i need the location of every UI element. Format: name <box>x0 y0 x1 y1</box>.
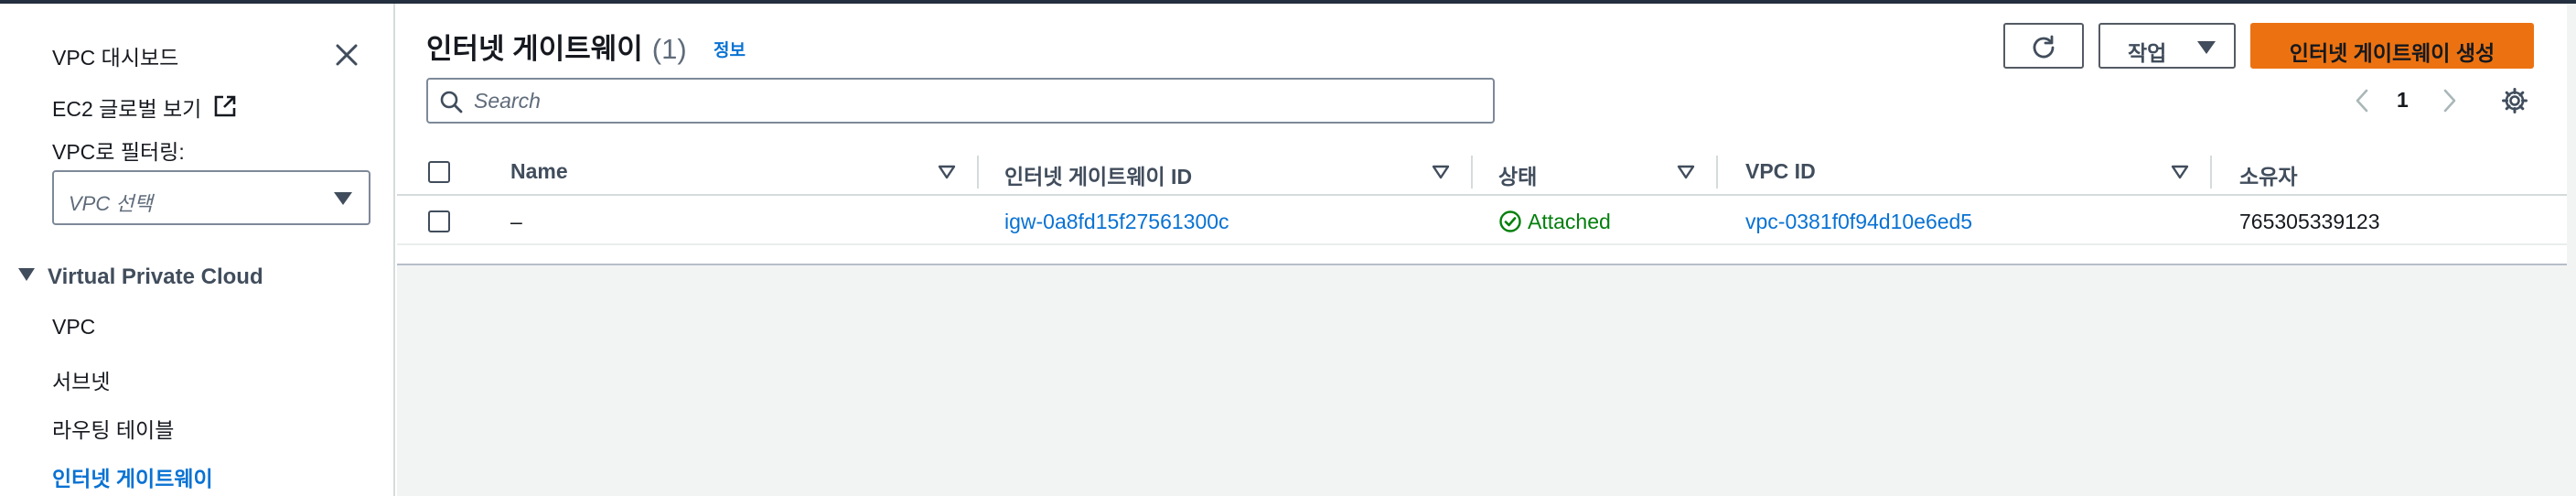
column-header-vpc-id[interactable]: VPC ID <box>1745 159 1816 184</box>
sort-icon[interactable] <box>2170 163 2190 181</box>
select-all-checkbox[interactable] <box>428 161 450 183</box>
sidebar-item-ec2-global-view[interactable]: EC2 글로벌 보기 <box>52 92 201 123</box>
refresh-button[interactable] <box>2003 23 2084 69</box>
caret-down-icon <box>2197 41 2216 54</box>
table-header-row: Name 인터넷 게이트웨이 ID 상태 VPC ID 소유자 <box>397 148 2567 196</box>
create-internet-gateway-button[interactable]: 인터넷 게이트웨이 생성 <box>2250 23 2534 69</box>
info-link[interactable]: 정보 <box>714 37 746 61</box>
close-icon[interactable] <box>332 40 361 70</box>
search-icon <box>440 91 463 113</box>
cell-owner: 765305339123 <box>2239 210 2380 233</box>
cell-vpc-id-link[interactable]: vpc-0381f0f94d10e6ed5 <box>1745 210 1972 234</box>
sidebar-item-subnets[interactable]: 서브넷 <box>52 364 110 395</box>
sort-icon[interactable] <box>937 163 957 181</box>
sort-icon[interactable] <box>1431 163 1451 181</box>
check-circle-icon <box>1499 210 1521 232</box>
cell-state: Attached <box>1498 210 1611 234</box>
sort-icon[interactable] <box>1676 163 1696 181</box>
actions-dropdown-button[interactable]: 작업 <box>2098 23 2236 69</box>
column-divider[interactable] <box>1471 156 1473 189</box>
refresh-icon <box>2033 35 2055 59</box>
external-link-icon <box>214 95 236 117</box>
sidebar-section-virtual-private-cloud[interactable]: Virtual Private Cloud <box>18 264 263 290</box>
page-title: 인터넷 게이트웨이 (1) <box>426 33 687 65</box>
next-page-icon[interactable] <box>2439 88 2461 113</box>
gear-icon[interactable] <box>2501 87 2528 114</box>
caret-down-icon <box>334 192 352 205</box>
create-button-label: 인터넷 게이트웨이 생성 <box>2289 41 2496 65</box>
column-header-owner[interactable]: 소유자 <box>2239 159 2297 190</box>
caret-down-icon <box>18 268 35 281</box>
previous-page-icon[interactable] <box>2351 88 2373 113</box>
current-page-number[interactable]: 1 <box>2397 88 2409 113</box>
column-divider[interactable] <box>977 156 979 189</box>
column-header-name[interactable]: Name <box>510 159 568 184</box>
sidebar-item-vpc-dashboard[interactable]: VPC 대시보드 <box>52 40 178 71</box>
state-label: Attached <box>1528 210 1611 233</box>
vpc-filter-select[interactable]: VPC 선택 <box>52 170 370 225</box>
column-header-state[interactable]: 상태 <box>1498 159 1537 190</box>
main-content: 인터넷 게이트웨이(1) 정보 작업 인터넷 게이트웨이 생성 1 <box>397 4 2576 496</box>
actions-label: 작업 <box>2128 41 2167 65</box>
column-divider[interactable] <box>1716 156 1718 189</box>
search-field[interactable] <box>426 78 1495 124</box>
row-checkbox[interactable] <box>428 210 450 232</box>
sidebar-section-label: Virtual Private Cloud <box>48 264 263 289</box>
item-count: (1) <box>651 33 687 65</box>
internet-gateways-table-container: 인터넷 게이트웨이(1) 정보 작업 인터넷 게이트웨이 생성 1 <box>397 4 2567 265</box>
vpc-filter-label: VPC로 필터링: <box>52 140 185 164</box>
sidebar: VPC 대시보드 EC2 글로벌 보기 VPC로 필터링: VPC 선택 Vir… <box>0 4 395 496</box>
cell-name: – <box>510 210 522 233</box>
sidebar-item-internet-gateways[interactable]: 인터넷 게이트웨이 <box>52 461 213 492</box>
sidebar-item-route-tables[interactable]: 라우팅 테이블 <box>52 413 174 444</box>
vpc-filter-placeholder: VPC 선택 <box>69 192 153 215</box>
cell-igw-id-link[interactable]: igw-0a8fd15f27561300c <box>1004 210 1229 234</box>
table-row[interactable]: – igw-0a8fd15f27561300c Attached vpc-038… <box>397 198 2567 245</box>
column-header-igw-id[interactable]: 인터넷 게이트웨이 ID <box>1004 159 1192 190</box>
column-divider[interactable] <box>2210 156 2212 189</box>
sidebar-item-vpc[interactable]: VPC <box>52 315 95 340</box>
search-input[interactable] <box>474 87 1480 114</box>
